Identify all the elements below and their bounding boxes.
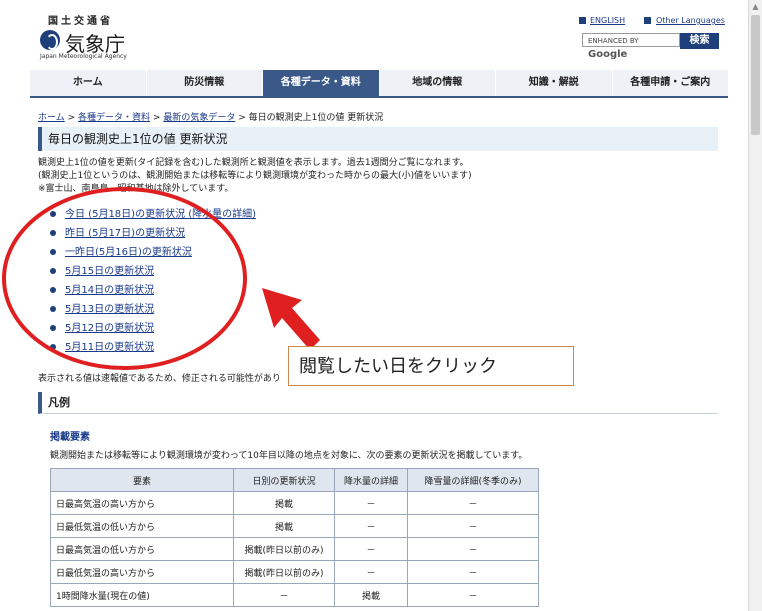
breadcrumb-data[interactable]: 各種データ・資料: [78, 113, 150, 123]
table-cell: 日最高気温の低い方から: [50, 537, 234, 561]
search-placeholder: ENHANCED BY: [588, 37, 639, 45]
breadcrumb-home[interactable]: ホーム: [38, 113, 65, 123]
breadcrumb-separator: >: [67, 113, 76, 123]
legend-subheading: 掲載要素: [50, 432, 90, 443]
breadcrumb-current: 毎日の観測史上1位の値 更新状況: [248, 113, 384, 123]
breadcrumb-latest[interactable]: 最新の気象データ: [163, 113, 235, 123]
table-cell: －: [334, 537, 408, 561]
table-row: 日最高気温の低い方から 掲載(昨日以前のみ) － －: [50, 537, 539, 561]
table-header-cell: 降水量の詳細: [334, 468, 408, 492]
global-nav: ホーム 防災情報 各種データ・資料 地域の情報 知識・解説 各種申請・ご案内: [30, 70, 728, 98]
table-cell: 日最低気温の低い方から: [50, 514, 234, 538]
legend-description: 観測開始または移転等により観測環境が変わって10年目以降の地点を対象に、次の要素…: [50, 451, 528, 461]
table-cell: －: [407, 514, 539, 538]
table-row: 日最低気温の低い方から 掲載 － －: [50, 514, 539, 538]
nav-disaster-info[interactable]: 防災情報: [147, 70, 263, 96]
table-cell: －: [334, 514, 408, 538]
table-header-row: 要素 日別の更新状況 降水量の詳細 降雪量の詳細(冬季のみ): [50, 468, 539, 492]
table-cell: 掲載: [233, 514, 335, 538]
table-cell: 掲載: [233, 491, 335, 515]
legend-heading: 凡例: [38, 392, 718, 414]
nav-data[interactable]: 各種データ・資料: [263, 70, 380, 96]
table-cell: 1時間降水量(現在の値): [50, 583, 234, 607]
table-cell: －: [407, 537, 539, 561]
breadcrumb-separator: >: [238, 113, 246, 123]
search-button[interactable]: 検索: [680, 33, 719, 49]
elements-table: 要素 日別の更新状況 降水量の詳細 降雪量の詳細(冬季のみ) 日最高気温の高い方…: [50, 468, 539, 607]
table-cell: 掲載: [334, 583, 408, 607]
agency-name-en: Japan Meteorological Agency: [40, 53, 127, 60]
google-logo: Google: [588, 49, 628, 60]
site-header: 国土交通省 気象庁 Japan Meteorological Agency EN…: [30, 0, 730, 70]
table-cell: 掲載(昨日以前のみ): [233, 560, 335, 584]
highlight-circle: [2, 187, 247, 370]
pointer-arrow-icon: [262, 288, 320, 350]
table-cell: 日最低気温の高い方から: [50, 560, 234, 584]
table-cell: －: [233, 583, 335, 607]
page-title: 毎日の観測史上1位の値 更新状況: [38, 127, 718, 151]
table-cell: －: [334, 560, 408, 584]
table-row: 1時間降水量(現在の値) － 掲載 －: [50, 583, 539, 607]
scrollbar-thumb[interactable]: [751, 15, 760, 135]
vertical-scrollbar[interactable]: ▲: [748, 0, 762, 611]
nav-regional-info[interactable]: 地域の情報: [380, 70, 496, 96]
ministry-name: 国土交通省: [48, 16, 113, 27]
nav-home[interactable]: ホーム: [30, 70, 147, 96]
table-row: 日最低気温の高い方から 掲載(昨日以前のみ) － －: [50, 560, 539, 584]
jma-logo-icon[interactable]: [40, 30, 60, 50]
table-header-cell: 要素: [50, 468, 234, 492]
table-header-cell: 日別の更新状況: [233, 468, 335, 492]
breadcrumb-separator: >: [152, 113, 161, 123]
table-cell: －: [407, 560, 539, 584]
other-languages-link[interactable]: Other Languages: [656, 16, 725, 25]
table-cell: －: [407, 491, 539, 515]
breadcrumb: ホーム > 各種データ・資料 > 最新の気象データ > 毎日の観測史上1位の値 …: [38, 110, 383, 123]
intro-line: 観測史上1位の値を更新(タイ記録を含む)した観測所と観測値を表示します。過去1週…: [38, 158, 469, 168]
table-row: 日最高気温の高い方から 掲載 － －: [50, 491, 539, 515]
search-input[interactable]: ENHANCED BY Google: [582, 33, 680, 60]
scroll-up-icon[interactable]: ▲: [749, 0, 762, 13]
english-link[interactable]: ENGLISH: [590, 16, 625, 25]
provisional-note: 表示される値は速報値であるため、修正される可能性があり: [38, 374, 281, 384]
other-languages-icon: [644, 17, 651, 24]
instruction-callout: 閲覧したい日をクリック: [288, 346, 574, 386]
table-cell: 掲載(昨日以前のみ): [233, 537, 335, 561]
english-link-icon: [579, 17, 586, 24]
table-cell: －: [334, 491, 408, 515]
intro-line: (観測史上1位というのは、観測開始または移転等により観測環境が変わった時からの最…: [38, 171, 472, 181]
table-header-cell: 降雪量の詳細(冬季のみ): [407, 468, 539, 492]
table-cell: 日最高気温の高い方から: [50, 491, 234, 515]
table-cell: －: [407, 583, 539, 607]
nav-applications[interactable]: 各種申請・ご案内: [613, 70, 729, 96]
browser-viewport: 国土交通省 気象庁 Japan Meteorological Agency EN…: [0, 0, 762, 611]
nav-knowledge[interactable]: 知識・解説: [496, 70, 613, 96]
